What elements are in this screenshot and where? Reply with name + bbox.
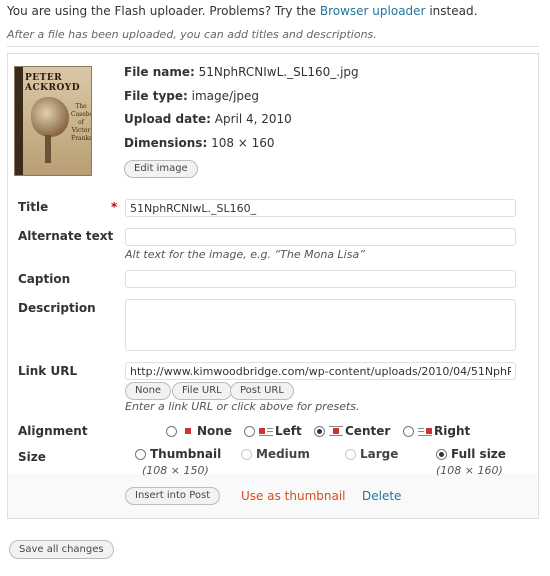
link-none-button[interactable]: None [125, 382, 172, 400]
size-full-dims: (108 × 160) [436, 464, 503, 477]
caption-label: Caption [18, 272, 71, 286]
size-thumbnail-dims: (108 × 150) [142, 464, 209, 477]
size-large-radio [345, 448, 356, 460]
align-right-radio[interactable] [403, 425, 414, 437]
align-left-icon [259, 426, 273, 436]
align-option-center[interactable]: Center [314, 424, 390, 438]
insert-into-post-button[interactable]: Insert into Post [125, 487, 221, 505]
file-type-value: image/jpeg [191, 89, 260, 103]
dimensions-row: Dimensions: 108 × 160 [124, 136, 275, 150]
link-url-input[interactable] [125, 362, 516, 380]
align-right-icon [418, 426, 432, 436]
after-upload-note: After a file has been uploaded, you can … [7, 28, 377, 41]
edit-image-button[interactable]: Edit image [124, 160, 198, 178]
size-medium-radio [241, 448, 252, 460]
use-as-thumbnail-link[interactable]: Use as thumbnail [241, 489, 346, 503]
upload-date-value: April 4, 2010 [214, 112, 292, 126]
align-option-right[interactable]: Right [403, 424, 470, 438]
save-all-changes-button[interactable]: Save all changes [9, 540, 114, 559]
align-none-icon [181, 426, 195, 436]
alignment-label: Alignment [18, 424, 88, 438]
align-center-radio[interactable] [314, 425, 325, 437]
alt-text-label: Alternate text [18, 229, 114, 243]
flash-uploader-notice: You are using the Flash uploader. Proble… [7, 4, 478, 18]
description-label: Description [18, 301, 96, 315]
align-none-radio[interactable] [166, 425, 177, 437]
link-url-help: Enter a link URL or click above for pres… [125, 400, 360, 413]
link-file-url-button[interactable]: File URL [172, 382, 232, 400]
size-full-radio[interactable] [436, 448, 447, 460]
align-left-radio[interactable] [244, 425, 255, 437]
title-input[interactable] [125, 199, 516, 217]
alt-text-help: Alt text for the image, e.g. “The Mona L… [125, 248, 365, 261]
caption-input[interactable] [125, 270, 516, 288]
image-thumbnail: PETER ACKROYD The Casebook of Victor Fra… [14, 66, 92, 176]
required-marker: * [111, 200, 118, 214]
size-thumbnail-radio[interactable] [135, 448, 146, 460]
title-label: Title [18, 200, 49, 214]
description-textarea[interactable] [125, 299, 516, 351]
file-name-value: 51NphRCNIwL._SL160_.jpg [198, 65, 359, 79]
browser-uploader-link[interactable]: Browser uploader [320, 4, 426, 18]
file-name-row: File name: 51NphRCNIwL._SL160_.jpg [124, 65, 359, 79]
thumbnail-stem [45, 135, 51, 163]
divider [7, 46, 539, 47]
alt-text-input[interactable] [125, 228, 516, 246]
media-item-panel: PETER ACKROYD The Casebook of Victor Fra… [7, 53, 539, 519]
link-url-label: Link URL [18, 364, 78, 378]
size-label: Size [18, 450, 46, 464]
thumbnail-heart-illustration [31, 97, 69, 137]
size-option-medium: Medium [241, 447, 310, 461]
upload-date-row: Upload date: April 4, 2010 [124, 112, 292, 126]
delete-link[interactable]: Delete [362, 489, 401, 503]
link-post-url-button[interactable]: Post URL [230, 382, 294, 400]
dimensions-value: 108 × 160 [211, 136, 275, 150]
file-type-row: File type: image/jpeg [124, 89, 260, 103]
size-option-large: Large [345, 447, 398, 461]
align-option-none[interactable]: None [166, 424, 232, 438]
align-center-icon [329, 426, 343, 436]
thumbnail-author: PETER ACKROYD [25, 73, 81, 93]
align-option-left[interactable]: Left [244, 424, 302, 438]
size-option-thumbnail[interactable]: Thumbnail [135, 447, 221, 461]
thumbnail-subtitle: The Casebook of Victor Frankenstein [71, 103, 92, 142]
book-spine [15, 67, 23, 175]
size-option-full[interactable]: Full size [436, 447, 506, 461]
